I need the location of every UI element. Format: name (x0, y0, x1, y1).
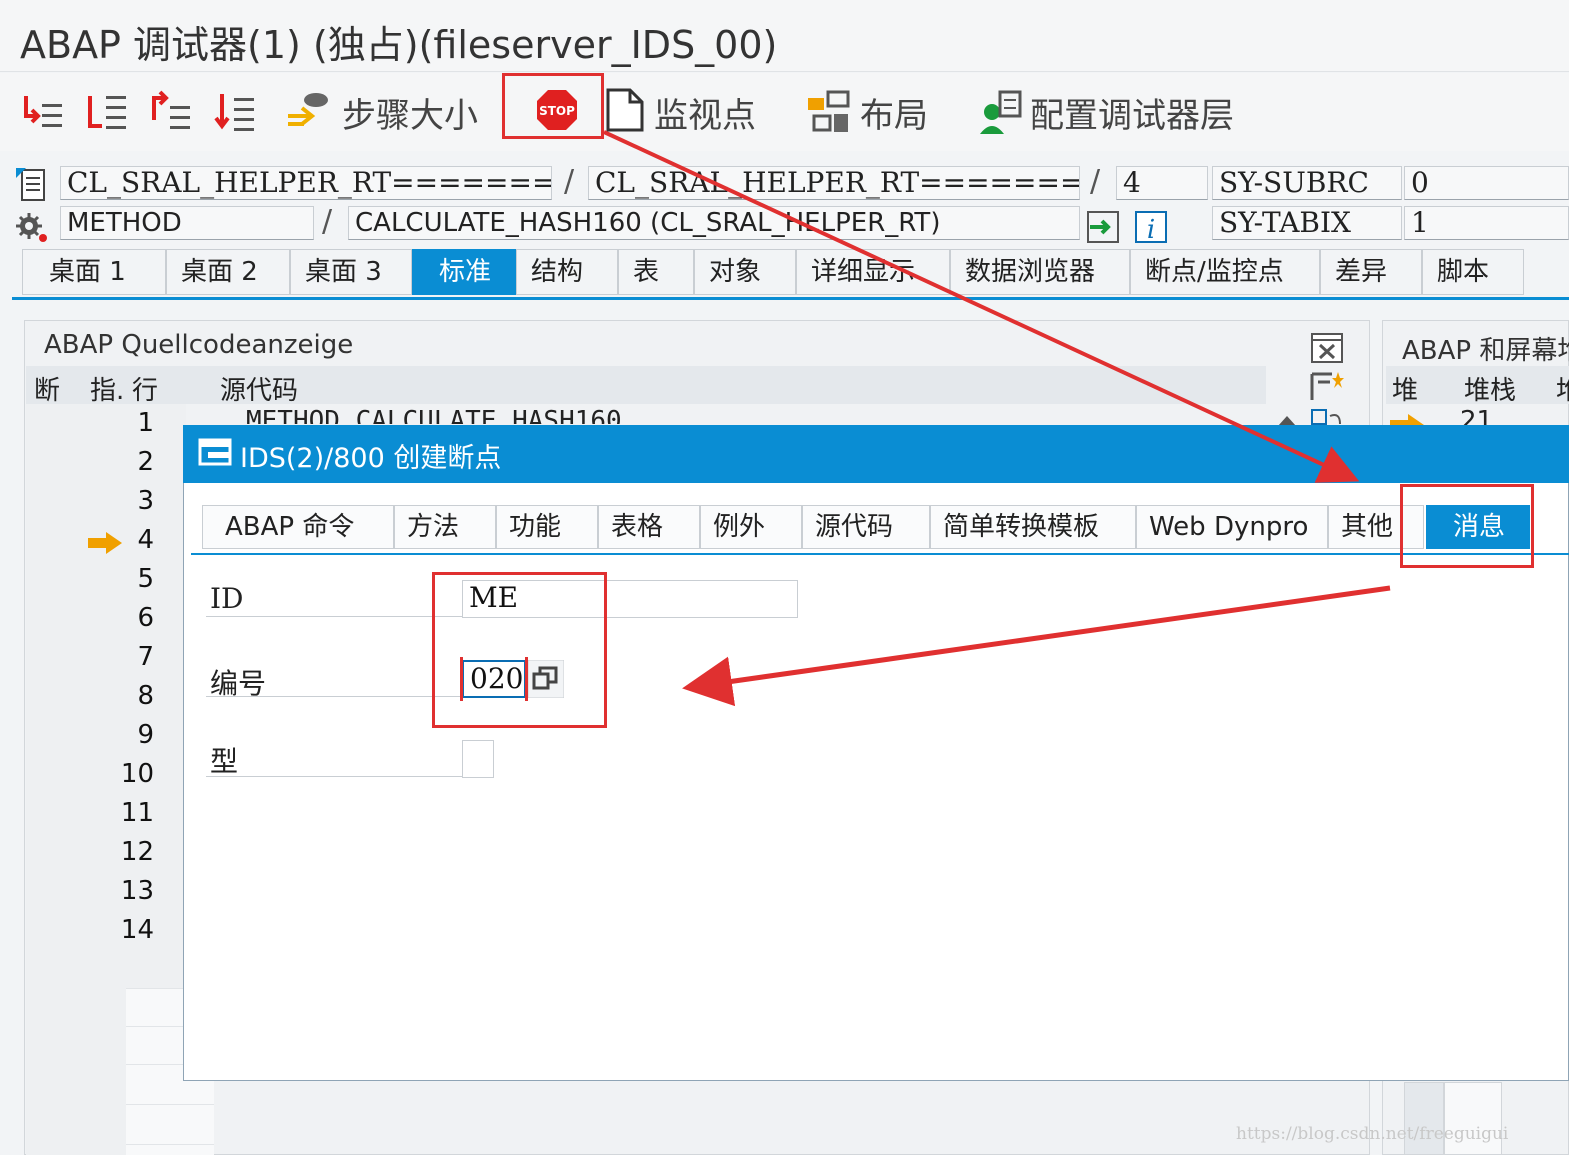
grid-cell (126, 988, 184, 1026)
field-underline (206, 776, 462, 777)
new-tool-icon[interactable] (1310, 370, 1344, 402)
sy-subrc-label: SY-SUBRC (1212, 166, 1402, 200)
annotation-box-message-tab (1400, 484, 1534, 568)
return-icon[interactable] (148, 90, 194, 136)
navigate-icon[interactable] (1086, 210, 1122, 244)
stack-panel-title: ABAP 和屏幕堆 (1402, 336, 1569, 366)
line-number: 12 (120, 837, 154, 867)
dialog-tab-table[interactable]: 表格 (598, 505, 700, 549)
code-line: METHOD CALCULATE_HASH160. (246, 406, 638, 424)
col-line: 行 (132, 376, 159, 406)
swap-tool-icon[interactable] (1310, 408, 1344, 426)
line-number: 7 (137, 642, 154, 672)
line-number: 2 (137, 447, 154, 477)
config-layer-button[interactable]: 配置调试器层 (1030, 88, 1234, 137)
line-number: 8 (137, 681, 154, 711)
message-type-input[interactable] (462, 740, 494, 778)
sy-subrc-value[interactable]: 0 (1404, 166, 1569, 200)
document-icon (606, 88, 644, 132)
stack-col-2: 堆栈 (1464, 376, 1517, 406)
dialog-tab-method[interactable]: 方法 (394, 505, 496, 549)
line-number: 5 (137, 564, 154, 594)
tab-underline (12, 297, 1569, 300)
tab-standard[interactable]: 标准 (412, 249, 516, 295)
program-field[interactable]: CL_SRAL_HELPER_RT============ (60, 166, 552, 200)
grid-cell (126, 1104, 214, 1144)
step-over-icon[interactable] (84, 90, 130, 136)
line-number: 3 (137, 486, 154, 516)
close-panel-icon[interactable] (1310, 332, 1344, 364)
line-number: 9 (137, 720, 154, 750)
type-field[interactable]: METHOD (60, 206, 314, 240)
sy-tabix-label: SY-TABIX (1212, 206, 1402, 240)
tab-desktop-3[interactable]: 桌面 3 (290, 249, 412, 295)
line-number: 10 (120, 759, 154, 789)
tab-table[interactable]: 表 (618, 249, 694, 295)
line-field[interactable]: 4 (1116, 166, 1208, 200)
line-number: 6 (137, 603, 154, 633)
continue-icon[interactable] (212, 90, 258, 136)
stack-col-3: 堆 (1556, 370, 1569, 407)
layout-button[interactable]: 布局 (860, 88, 928, 137)
dialog-tab-web-dynpro[interactable]: Web Dynpro (1136, 505, 1328, 549)
field-underline (206, 616, 462, 617)
annotation-box-stop (502, 73, 604, 139)
source-panel-title: ABAP Quellcodeanzeige (44, 330, 354, 360)
event-field[interactable]: CALCULATE_HASH160 (CL_SRAL_HELPER_RT) (348, 206, 1080, 240)
step-size-icon[interactable] (284, 90, 330, 136)
dialog-window-icon (198, 438, 232, 466)
separator-slash: / (1090, 164, 1101, 199)
tab-detail-display[interactable]: 详细显示 (796, 249, 950, 295)
watchpoint-button[interactable]: 监视点 (654, 88, 756, 137)
dialog-title: IDS(2)/800 创建断点 (240, 443, 502, 474)
tab-objects[interactable]: 对象 (694, 249, 796, 295)
line-number: 11 (120, 798, 154, 828)
tab-data-browser[interactable]: 数据浏览器 (950, 249, 1130, 295)
program-icon (16, 168, 45, 201)
dialog-tab-function[interactable]: 功能 (496, 505, 598, 549)
field-underline (206, 696, 462, 697)
line-number: 1 (137, 408, 154, 438)
annotation-box-fields (432, 572, 607, 728)
tab-desktop-1[interactable]: 桌面 1 (22, 249, 166, 295)
window-title: ABAP 调试器(1) (独占)(fileserver_IDS_00) (20, 23, 778, 67)
dialog-tab-exception[interactable]: 例外 (700, 505, 802, 549)
line-number: 4 (137, 525, 154, 555)
tab-structure[interactable]: 结构 (516, 249, 618, 295)
line-number: 13 (120, 876, 154, 906)
col-breakpoint: 断 (34, 376, 61, 406)
tab-desktop-2[interactable]: 桌面 2 (166, 249, 290, 295)
grid-cell (1444, 1082, 1502, 1155)
dialog-tab-simple-transformation[interactable]: 简单转换模板 (930, 505, 1136, 549)
step-into-icon[interactable] (20, 90, 66, 136)
id-label: ID (210, 582, 244, 615)
col-source-code: 源代码 (220, 376, 299, 406)
tab-script[interactable]: 脚本 (1422, 249, 1524, 295)
tab-diff[interactable]: 差异 (1320, 249, 1422, 295)
dialog-tab-underline (191, 553, 1569, 555)
separator-slash: / (322, 204, 333, 239)
grid-cell (1404, 1082, 1444, 1155)
step-size-button[interactable]: 步骤大小 (342, 88, 478, 137)
col-pointer: 指. (90, 376, 125, 406)
dialog-tab-source-code[interactable]: 源代码 (802, 505, 930, 549)
annotation-bracket (460, 657, 528, 701)
gear-icon (16, 213, 47, 242)
line-number: 14 (120, 915, 154, 945)
watermark: https://blog.csdn.net/freeguigui (1236, 1124, 1509, 1144)
info-icon[interactable]: i (1134, 210, 1168, 244)
stack-col-1: 堆 (1392, 376, 1419, 406)
layout-icon[interactable] (806, 90, 852, 136)
source-table-header (26, 366, 1266, 404)
separator-slash: / (564, 164, 575, 199)
sy-tabix-value[interactable]: 1 (1404, 206, 1569, 240)
tab-breakpoints[interactable]: 断点/监控点 (1130, 249, 1320, 295)
type-label: 型 (210, 745, 239, 778)
dialog-tab-abap-command[interactable]: ABAP 命令 (202, 505, 394, 549)
grid-cell (126, 1144, 214, 1155)
config-layer-icon[interactable] (978, 90, 1024, 136)
stack-row-value: 21 (1460, 406, 1494, 426)
include-field[interactable]: CL_SRAL_HELPER_RT============ (588, 166, 1080, 200)
svg-text:i: i (1147, 215, 1155, 244)
